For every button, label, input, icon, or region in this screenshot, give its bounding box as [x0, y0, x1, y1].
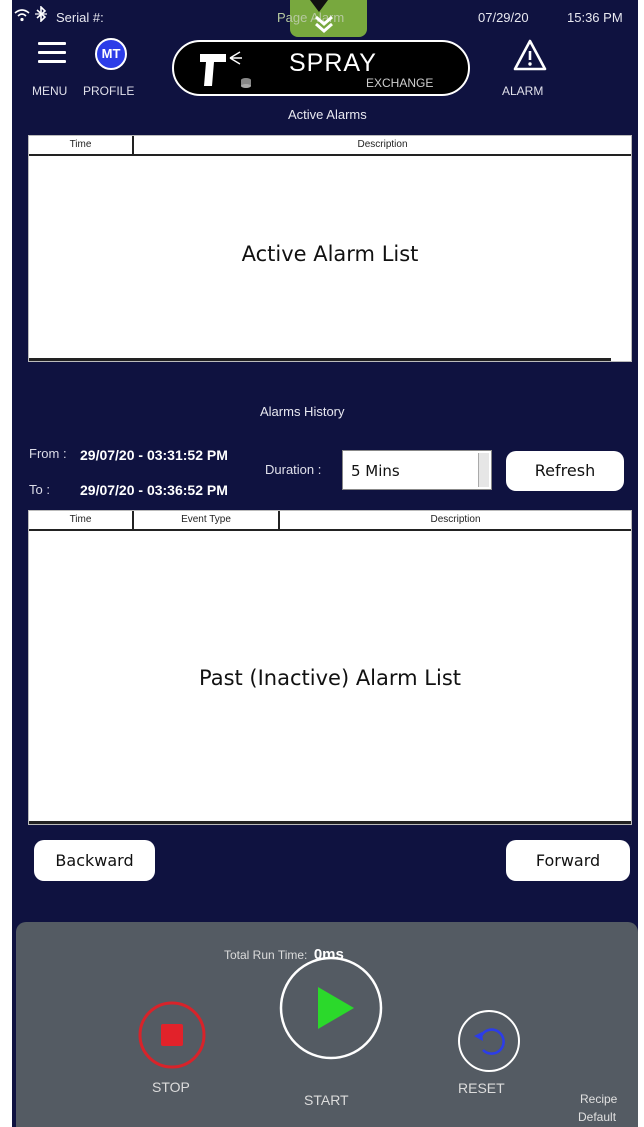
alarm-history-table-header: Time Event Type Description	[29, 511, 631, 531]
duration-label: Duration :	[265, 462, 322, 477]
from-value: 29/07/20 - 03:31:52 PM	[80, 447, 228, 463]
to-value: 29/07/20 - 03:36:52 PM	[80, 482, 228, 498]
serial-label: Serial #:	[56, 10, 104, 25]
past-alarm-list-placeholder: Past (Inactive) Alarm List	[198, 666, 461, 690]
menu-icon[interactable]	[38, 42, 66, 64]
from-label: From :	[29, 446, 67, 461]
reset-button[interactable]	[456, 1008, 522, 1079]
column-event-type[interactable]: Event Type	[134, 511, 280, 529]
start-button[interactable]	[278, 955, 384, 1066]
backward-button[interactable]: Backward	[34, 840, 155, 881]
column-description[interactable]: Description	[134, 136, 631, 154]
horizontal-scrollbar[interactable]	[29, 821, 631, 824]
column-description[interactable]: Description	[280, 511, 631, 529]
app-logo: SPRAY EXCHANGE	[172, 40, 470, 96]
chevron-double-down-icon[interactable]	[313, 14, 335, 39]
reset-label: RESET	[458, 1080, 505, 1096]
alarm-history-table[interactable]: Time Event Type Description Past (Inacti…	[28, 510, 632, 825]
active-alarm-table-header: Time Description	[29, 136, 631, 156]
alarm-icon[interactable]	[512, 38, 548, 77]
spray-gun-icon	[196, 48, 256, 95]
profile-label: PROFILE	[83, 84, 135, 98]
stop-label: STOP	[152, 1079, 190, 1095]
to-label: To :	[29, 482, 50, 497]
column-time[interactable]: Time	[29, 136, 134, 154]
horizontal-scrollbar[interactable]	[29, 358, 611, 361]
recipe-label: Recipe	[580, 1092, 618, 1106]
active-alarms-title: Active Alarms	[288, 107, 367, 122]
column-time[interactable]: Time	[29, 511, 134, 529]
profile-avatar[interactable]: MT	[95, 38, 127, 70]
stop-button[interactable]	[137, 1000, 207, 1075]
duration-value: 5 Mins	[351, 462, 400, 480]
forward-button[interactable]: Forward	[506, 840, 630, 881]
status-date: 07/29/20	[478, 10, 529, 25]
recipe-value: Default	[578, 1110, 617, 1124]
alarm-label: ALARM	[502, 84, 544, 98]
menu-label: MENU	[32, 84, 68, 98]
alarms-history-title: Alarms History	[260, 404, 345, 419]
dropdown-spinner-icon[interactable]	[478, 453, 489, 487]
alarm-screen: Serial #: Page Alarm 07/29/20 15:36 PM M…	[12, 0, 638, 1127]
bluetooth-icon	[34, 5, 48, 27]
wifi-icon	[14, 8, 30, 27]
start-label: START	[304, 1092, 349, 1108]
page-pointer-icon	[310, 0, 328, 12]
status-time: 15:36 PM	[567, 10, 623, 25]
active-alarm-table[interactable]: Time Description Active Alarm List	[28, 135, 632, 362]
app-subtitle: EXCHANGE	[366, 76, 434, 90]
app-title: SPRAY	[289, 49, 377, 77]
active-alarm-list-placeholder: Active Alarm List	[241, 242, 419, 266]
run-control-panel: Total Run Time: 0ms STOP START RESET Rec…	[16, 922, 638, 1127]
duration-select[interactable]: 5 Mins	[342, 450, 492, 490]
refresh-button[interactable]: Refresh	[506, 451, 624, 491]
